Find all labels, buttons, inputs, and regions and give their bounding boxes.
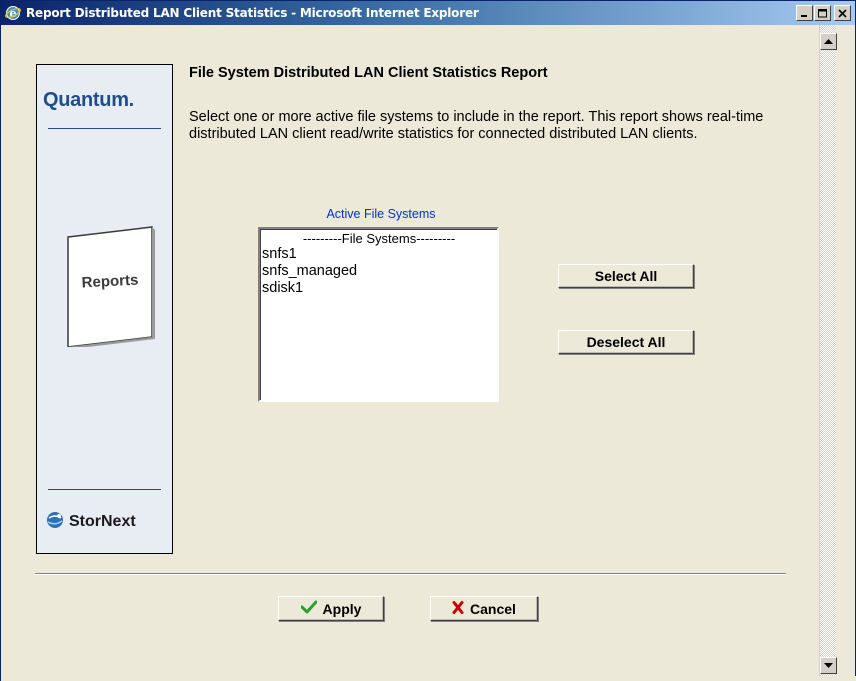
window-title: Report Distributed LAN Client Statistics… <box>26 6 479 20</box>
close-button[interactable] <box>834 5 851 21</box>
cancel-button[interactable]: Cancel <box>430 596 538 621</box>
minimize-button[interactable] <box>796 5 813 21</box>
brand-divider-bottom <box>48 489 161 490</box>
window-border-bottom <box>1 676 856 681</box>
maximize-button[interactable] <box>814 5 831 21</box>
arrow-up-icon <box>824 38 833 44</box>
apply-button[interactable]: Apply <box>278 596 384 621</box>
quantum-logo: Quantum. <box>43 89 134 111</box>
apply-label: Apply <box>322 600 362 617</box>
report-description: Select one or more active file systems t… <box>189 109 764 142</box>
window-border-right <box>837 25 855 680</box>
stornext-globe-icon <box>45 510 65 534</box>
stornext-label: StorNext <box>69 513 136 530</box>
close-icon <box>838 8 847 18</box>
checkmark-icon <box>300 600 318 617</box>
cancel-label: Cancel <box>470 600 516 617</box>
arrow-down-icon <box>824 662 833 668</box>
page-title: File System Distributed LAN Client Stati… <box>189 65 548 81</box>
brand-divider <box>48 128 161 129</box>
window-controls <box>795 5 851 21</box>
scroll-down-button[interactable] <box>820 657 837 674</box>
scroll-up-button[interactable] <box>820 33 837 50</box>
deselect-all-button[interactable]: Deselect All <box>558 330 694 354</box>
list-header-option[interactable]: ---------File Systems--------- <box>261 231 496 246</box>
active-file-systems-label: Active File Systems <box>326 207 436 221</box>
deselect-all-label: Deselect All <box>586 334 666 350</box>
x-icon <box>452 600 464 617</box>
list-item-sdisk1[interactable]: sdisk1 <box>261 280 496 297</box>
maximize-icon <box>817 8 827 17</box>
list-item-snfs1[interactable]: snfs1 <box>261 246 496 263</box>
title-bar[interactable]: e Report Distributed LAN Client Statisti… <box>1 1 855 25</box>
brand-panel: Quantum. Reports StorNext <box>36 64 173 554</box>
vertical-scrollbar[interactable] <box>819 25 837 676</box>
section-divider <box>35 573 786 575</box>
select-all-button[interactable]: Select All <box>558 264 694 288</box>
file-systems-listbox[interactable]: ---------File Systems--------- snfs1 snf… <box>258 227 499 402</box>
browser-window: e Report Distributed LAN Client Statisti… <box>0 0 856 681</box>
select-all-label: Select All <box>594 268 658 284</box>
minimize-icon <box>801 14 807 17</box>
internet-explorer-icon: e <box>5 5 21 21</box>
stornext-logo: StorNext <box>45 510 136 534</box>
reports-card-icon: Reports <box>64 225 156 349</box>
list-item-snfs-managed[interactable]: snfs_managed <box>261 263 496 280</box>
